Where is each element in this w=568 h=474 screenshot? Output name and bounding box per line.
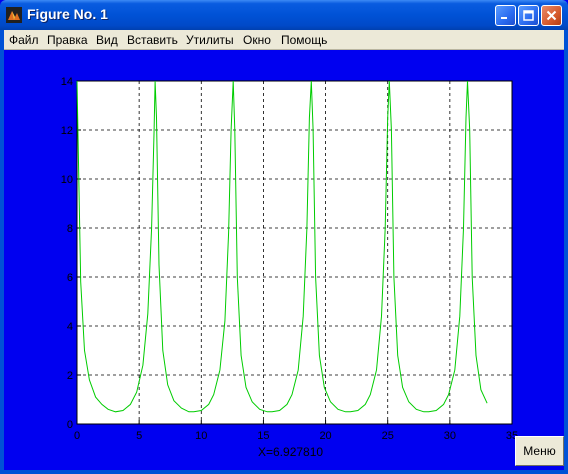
- x-tick-label: 25: [382, 430, 394, 442]
- x-tick-label: 5: [136, 430, 142, 442]
- y-tick-label: 8: [67, 223, 73, 235]
- menu-button[interactable]: Меню: [515, 436, 564, 466]
- y-tick-label: 10: [61, 174, 73, 186]
- coordinate-readout: X=6.927810: [258, 445, 324, 459]
- axes-box: [76, 80, 513, 425]
- x-tick-label: 0: [74, 430, 80, 442]
- y-tick-label: 14: [61, 76, 73, 88]
- menu-button-label: Меню: [523, 444, 556, 458]
- y-tick-label: 2: [67, 370, 73, 382]
- line-chart[interactable]: 0 5 10 15 20 25 30 3502468101214: [0, 0, 568, 474]
- x-tick-label: 10: [195, 430, 207, 442]
- y-tick-label: 6: [67, 272, 73, 284]
- series-line: [76, 80, 488, 413]
- x-tick-label: 30: [444, 430, 456, 442]
- y-tick-label: 0: [67, 419, 73, 431]
- x-tick-label: 20: [319, 430, 331, 442]
- x-tick-label: 15: [257, 430, 269, 442]
- y-tick-label: 12: [61, 125, 73, 137]
- y-tick-label: 4: [67, 321, 73, 333]
